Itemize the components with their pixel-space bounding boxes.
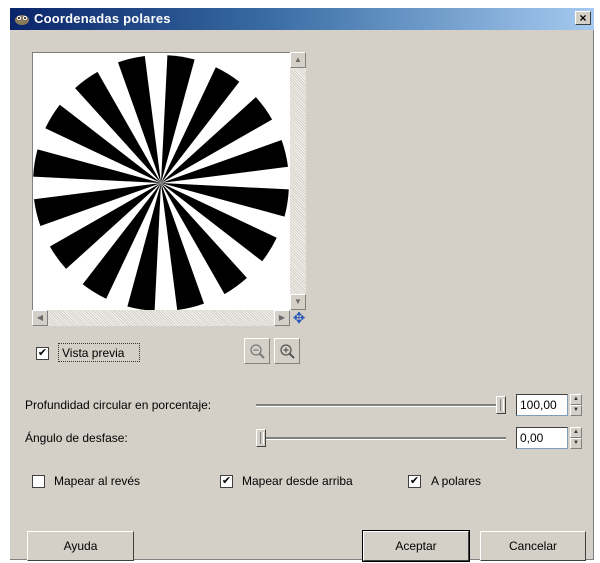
cancel-button[interactable]: Cancelar — [480, 531, 586, 561]
close-button[interactable]: × — [575, 11, 591, 25]
preview-vertical-scrollbar[interactable]: ▲ ▼ — [290, 52, 306, 310]
help-button[interactable]: Ayuda — [27, 531, 134, 561]
preview-canvas[interactable] — [32, 52, 291, 311]
scroll-left-button[interactable]: ◀ — [32, 310, 48, 326]
preview-checkbox[interactable]: ✔ — [36, 347, 49, 360]
spin-down-icon[interactable]: ▼ — [570, 438, 582, 449]
zoom-out-button[interactable] — [244, 338, 270, 364]
gimp-icon — [15, 15, 29, 25]
title-bar: Coordenadas polares × — [10, 8, 594, 30]
offset-angle-label: Ángulo de desfase: — [25, 431, 128, 445]
circle-depth-slider-track[interactable] — [256, 404, 506, 407]
offset-angle-slider-track[interactable] — [256, 437, 506, 440]
circle-depth-slider-thumb[interactable] — [496, 396, 506, 414]
map-backwards-checkbox[interactable] — [32, 475, 45, 488]
circle-depth-label: Profundidad circular en porcentaje: — [25, 398, 211, 412]
scroll-up-button[interactable]: ▲ — [290, 52, 306, 68]
close-icon: × — [579, 11, 587, 25]
spin-up-icon[interactable]: ▲ — [570, 427, 582, 438]
offset-angle-input[interactable]: 0,00 — [516, 427, 568, 449]
move-icon[interactable]: ✥ — [291, 311, 307, 327]
scroll-right-button[interactable]: ▶ — [274, 310, 290, 326]
scroll-down-button[interactable]: ▼ — [290, 294, 306, 310]
polar-coordinates-dialog: Coordenadas polares × ▲ ▼ ◀ ▶ ✥ ✔ Vista … — [10, 8, 594, 562]
zoom-in-icon — [280, 344, 295, 359]
circle-depth-spinner[interactable]: ▲ ▼ — [570, 394, 582, 416]
spin-down-icon[interactable]: ▼ — [570, 405, 582, 416]
map-from-top-checkbox[interactable]: ✔ — [220, 475, 233, 488]
preview-image — [33, 55, 289, 311]
map-backwards-label[interactable]: Mapear al revés — [54, 474, 140, 488]
offset-angle-spinner[interactable]: ▲ ▼ — [570, 427, 582, 449]
to-polar-checkbox[interactable]: ✔ — [408, 475, 421, 488]
offset-angle-slider-thumb[interactable] — [256, 429, 266, 447]
zoom-in-button[interactable] — [274, 338, 300, 364]
ok-button[interactable]: Aceptar — [362, 530, 470, 562]
preview-horizontal-scrollbar[interactable]: ◀ ▶ — [32, 310, 290, 326]
zoom-out-icon — [250, 344, 265, 359]
preview-checkbox-label[interactable]: Vista previa — [62, 346, 124, 360]
to-polar-label[interactable]: A polares — [431, 474, 481, 488]
circle-depth-label-text: Profundidad circular en porcentaje: — [25, 398, 212, 412]
circle-depth-input[interactable]: 100,00 — [516, 394, 568, 416]
spin-up-icon[interactable]: ▲ — [570, 394, 582, 405]
window-title: Coordenadas polares — [34, 11, 171, 26]
map-from-top-label[interactable]: Mapear desde arriba — [242, 474, 353, 488]
